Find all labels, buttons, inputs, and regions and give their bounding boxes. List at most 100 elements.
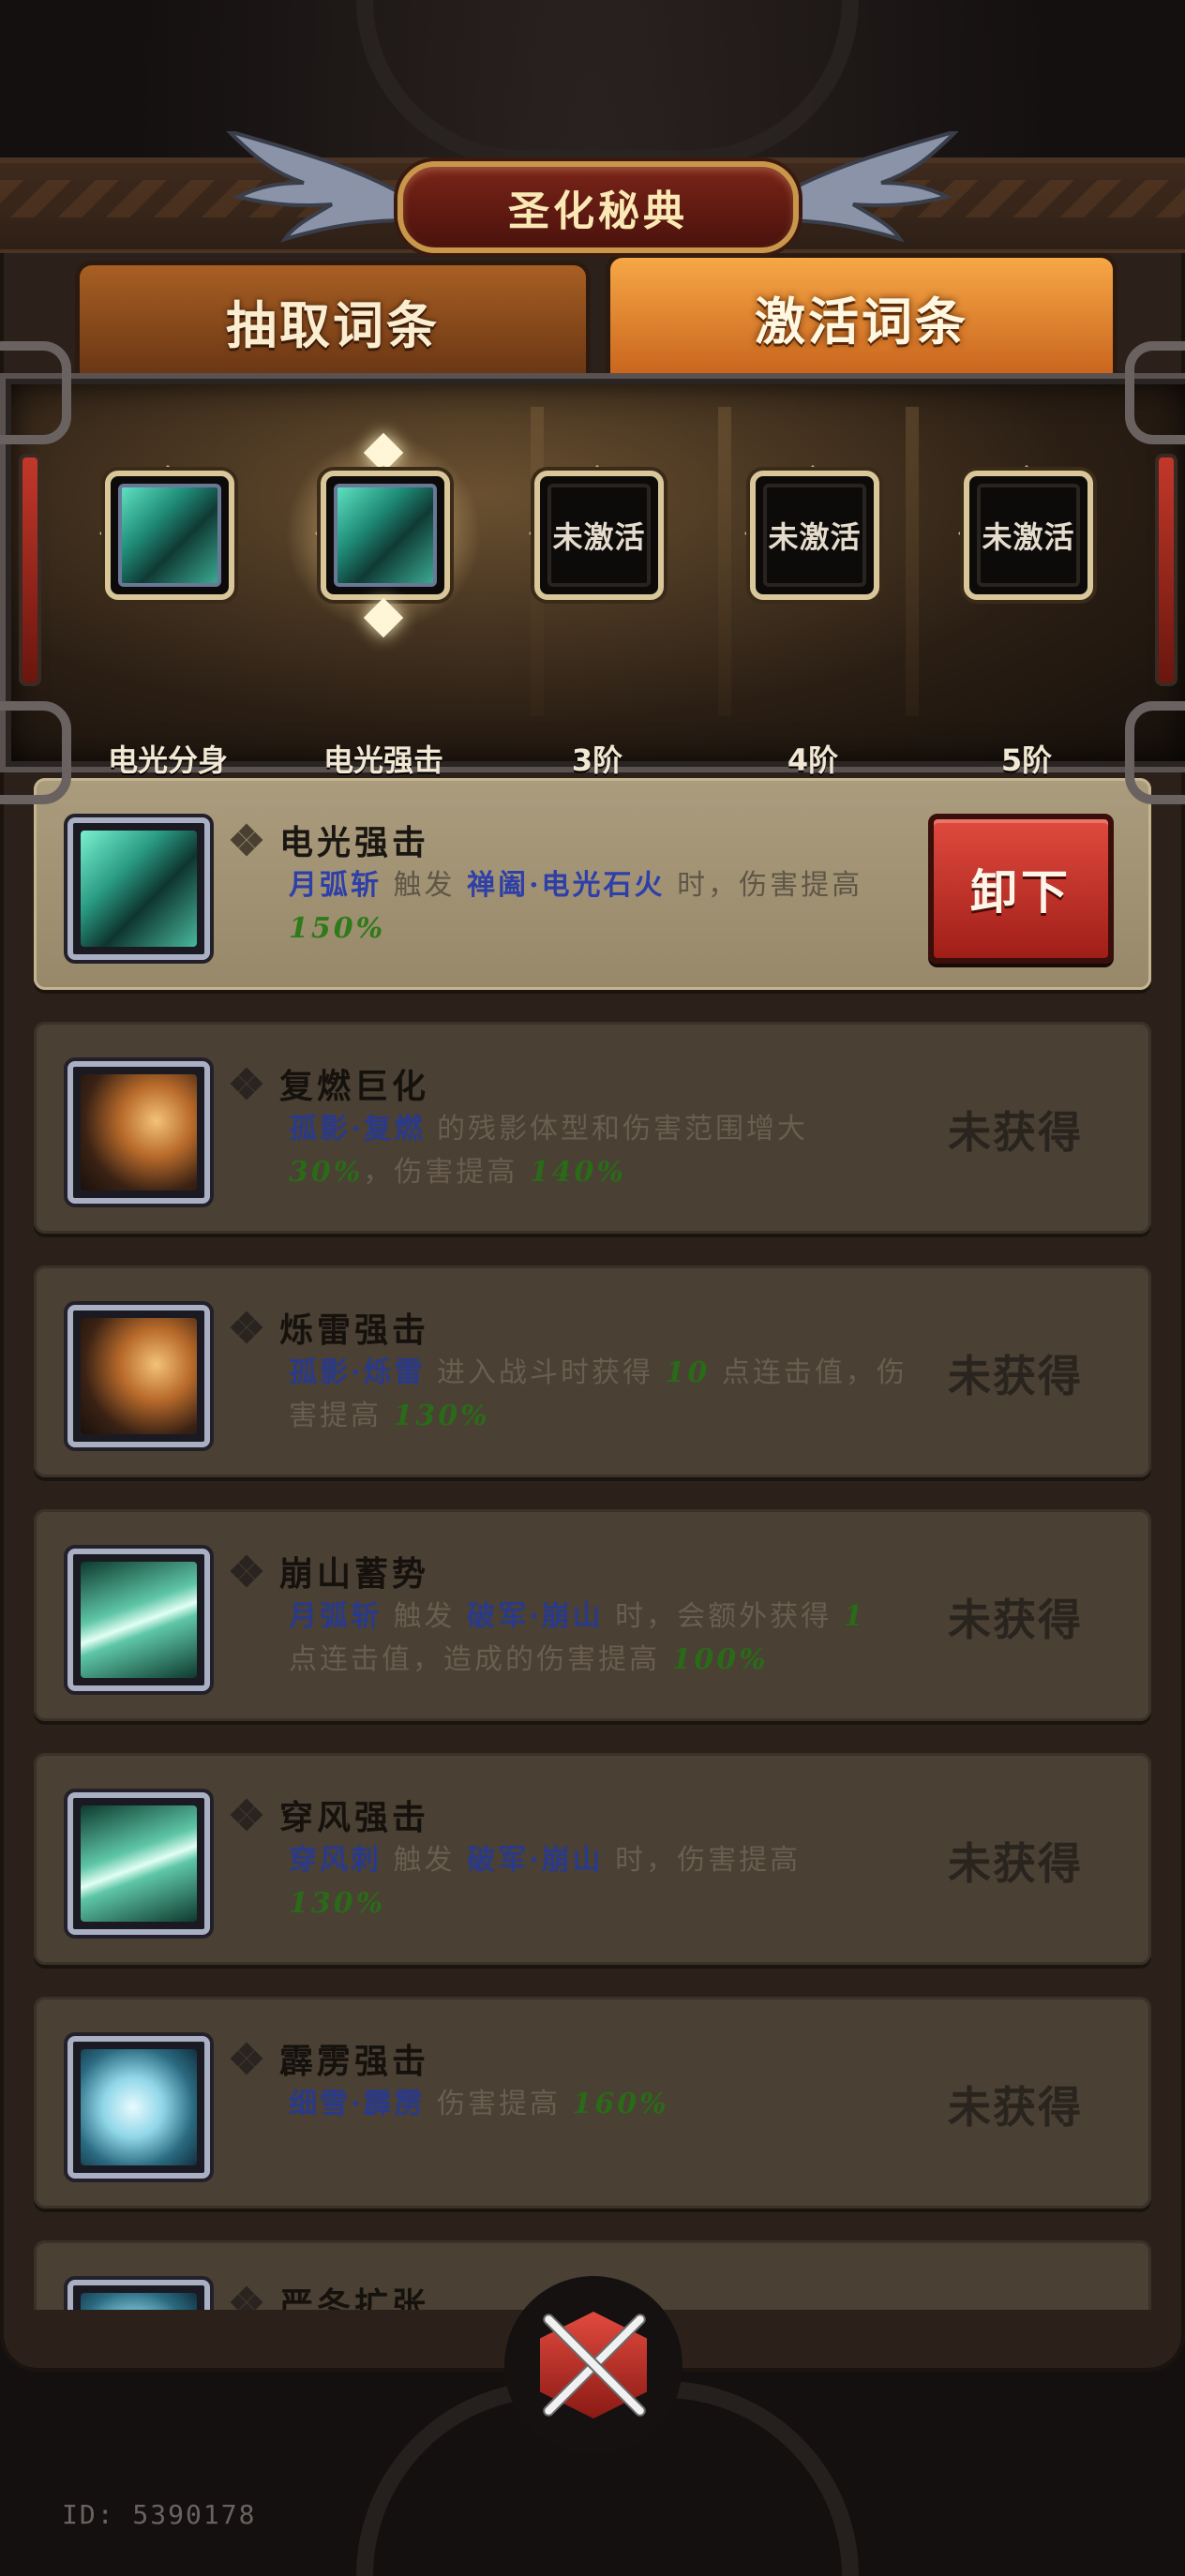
entry-title: 烁雷强击 bbox=[279, 1311, 430, 1350]
background-pillar bbox=[906, 407, 919, 716]
diamond-bullet-icon bbox=[230, 1798, 263, 1832]
ice-burst-icon bbox=[81, 2049, 197, 2165]
left-ornament-bar bbox=[19, 454, 41, 686]
slot-empty-text: 未激活 bbox=[548, 484, 651, 587]
right-wing-icon bbox=[778, 131, 959, 243]
slot-2[interactable]: 电光强击 bbox=[285, 432, 482, 778]
value-text: 1 bbox=[843, 1600, 866, 1633]
diamond-bullet-icon bbox=[230, 2042, 263, 2075]
ice-burst-icon bbox=[81, 2293, 197, 2310]
slot-frame bbox=[105, 471, 234, 600]
entry-card[interactable]: 穿风强击 穿风刺 触发 破军·崩山 时，伤害提高 130% 未获得 bbox=[34, 1753, 1151, 1965]
diamond-bullet-icon bbox=[230, 2285, 263, 2310]
activation-slots: 电光分身 电光强击 未激活 3阶 未激活 4阶 未激活 5阶 bbox=[0, 341, 1185, 804]
slot-empty-text: 未激活 bbox=[763, 484, 866, 587]
slot-frame bbox=[321, 471, 450, 600]
left-wing-icon bbox=[226, 131, 407, 243]
corner-ornament bbox=[0, 341, 71, 444]
corner-ornament bbox=[1125, 341, 1185, 444]
status-unobtained: 未获得 bbox=[948, 1351, 1083, 1401]
entry-title: 崩山蓄势 bbox=[279, 1555, 430, 1594]
entry-title: 严冬扩张 bbox=[279, 2286, 430, 2310]
diamond-bullet-icon bbox=[230, 1310, 263, 1344]
desc-text: 触发 bbox=[382, 869, 468, 902]
slot-label: 4阶 bbox=[787, 742, 839, 778]
desc-text: ，伤害提高 bbox=[363, 1156, 530, 1189]
entry-icon-frame bbox=[68, 1549, 210, 1691]
unload-button[interactable]: 卸下 bbox=[928, 814, 1114, 964]
skill-name: 孤影·复燃 bbox=[289, 1113, 426, 1146]
desc-text: 触发 bbox=[382, 1600, 468, 1633]
slot-1[interactable]: 电光分身 bbox=[98, 463, 238, 778]
entry-card[interactable]: 烁雷强击 孤影·烁雷 进入战斗时获得 10 点连击值，伤害提高 130% 未获得 bbox=[34, 1266, 1151, 1477]
entry-card[interactable]: 电光强击 月弧斩 触发 禅阖·电光石火 时，伤害提高 150% 卸下 bbox=[34, 778, 1151, 990]
skill-name: 细雪·霹雳 bbox=[289, 2088, 426, 2120]
slot-frame: 未激活 bbox=[534, 471, 664, 600]
slot-label: 3阶 bbox=[571, 742, 623, 778]
entry-title: 霹雳强击 bbox=[279, 2043, 430, 2081]
corner-ornament bbox=[1125, 701, 1185, 804]
entry-card[interactable]: 复燃巨化 孤影·复燃 的残影体型和伤害范围增大 30%，伤害提高 140% 未获… bbox=[34, 1022, 1151, 1234]
entry-card[interactable]: 霹雳强击 细雪·霹雳 伤害提高 160% 未获得 bbox=[34, 1997, 1151, 2209]
entry-icon-frame bbox=[68, 1305, 210, 1447]
desc-text: 时，会额外获得 bbox=[603, 1600, 844, 1633]
entry-icon-frame bbox=[68, 817, 210, 960]
entry-description: 孤影·复燃 的残影体型和伤害范围增大 30%，伤害提高 140% bbox=[289, 1108, 908, 1194]
value-text: 150% bbox=[289, 912, 386, 945]
desc-text: 的残影体型和伤害范围增大 bbox=[425, 1113, 808, 1146]
slot-empty-text: 未激活 bbox=[977, 484, 1080, 587]
value-text: 160% bbox=[572, 2088, 669, 2120]
value-text: 10 bbox=[665, 1356, 711, 1389]
close-button[interactable] bbox=[504, 2276, 682, 2454]
leaf-slash-icon bbox=[81, 1805, 197, 1922]
skill-name: 破军·崩山 bbox=[467, 1844, 604, 1877]
skill-name: 禅阖·电光石火 bbox=[467, 869, 666, 902]
background-pillar bbox=[718, 407, 731, 716]
tab-activate-entries[interactable]: 激活词条 bbox=[606, 253, 1118, 381]
diamond-bullet-icon bbox=[230, 1067, 263, 1101]
skill-name: 月弧斩 bbox=[289, 869, 382, 902]
slot-3[interactable]: 未激活 3阶 bbox=[527, 463, 668, 778]
entry-icon-frame bbox=[68, 1792, 210, 1935]
diamond-bullet-icon bbox=[230, 1554, 263, 1588]
slot-label: 电光分身 bbox=[107, 742, 228, 778]
value-text: 130% bbox=[393, 1400, 490, 1432]
value-text: 140% bbox=[529, 1156, 626, 1189]
status-unobtained: 未获得 bbox=[948, 1595, 1083, 1645]
shadow-warrior-icon bbox=[81, 1074, 197, 1191]
entry-description: 孤影·烁雷 进入战斗时获得 10 点连击值，伤害提高 130% bbox=[289, 1352, 908, 1438]
entry-description: 穿风刺 触发 破军·崩山 时，伤害提高 130% bbox=[289, 1839, 908, 1925]
entry-list[interactable]: 电光强击 月弧斩 触发 禅阖·电光石火 时，伤害提高 150% 卸下 复燃巨化 … bbox=[34, 778, 1151, 2310]
entry-icon-frame bbox=[68, 2280, 210, 2310]
skill-name: 穿风刺 bbox=[289, 1844, 382, 1877]
slot-4[interactable]: 未激活 4阶 bbox=[742, 463, 883, 778]
slot-frame: 未激活 bbox=[964, 471, 1093, 600]
entry-icon-frame bbox=[68, 1061, 210, 1204]
entry-icon-frame bbox=[68, 2036, 210, 2179]
desc-text: 点连击值，造成的伤害提高 bbox=[289, 1643, 672, 1676]
slot-frame: 未激活 bbox=[750, 471, 879, 600]
value-text: 130% bbox=[289, 1887, 386, 1920]
skill-name: 孤影·烁雷 bbox=[289, 1356, 426, 1389]
skill-name: 月弧斩 bbox=[289, 1600, 382, 1633]
sparkle-icon bbox=[363, 597, 404, 638]
desc-text: 时，伤害提高 bbox=[665, 869, 863, 902]
entry-card[interactable]: 崩山蓄势 月弧斩 触发 破军·崩山 时，会额外获得 1 点连击值，造成的伤害提高… bbox=[34, 1509, 1151, 1721]
desc-text: 触发 bbox=[382, 1844, 468, 1877]
status-unobtained: 未获得 bbox=[948, 1838, 1083, 1889]
shadow-warrior-icon bbox=[81, 1318, 197, 1434]
user-id: ID: 5390178 bbox=[62, 2499, 257, 2530]
right-ornament-bar bbox=[1155, 454, 1178, 686]
diamond-bullet-icon bbox=[230, 823, 263, 857]
tab-draw-entries[interactable]: 抽取词条 bbox=[75, 261, 591, 381]
entry-title: 复燃巨化 bbox=[279, 1068, 430, 1106]
desc-text: 伤害提高 bbox=[425, 2088, 573, 2120]
entry-title: 电光强击 bbox=[279, 824, 430, 862]
slot-label: 5阶 bbox=[1000, 742, 1053, 778]
corner-ornament bbox=[0, 701, 71, 804]
entry-description: 月弧斩 触发 破军·崩山 时，会额外获得 1 点连击值，造成的伤害提高 100% bbox=[289, 1595, 908, 1682]
value-text: 100% bbox=[671, 1643, 769, 1676]
leaf-slash-icon bbox=[81, 1562, 197, 1678]
slot-5[interactable]: 未激活 5阶 bbox=[956, 463, 1097, 778]
slot-label: 电光强击 bbox=[322, 742, 443, 778]
